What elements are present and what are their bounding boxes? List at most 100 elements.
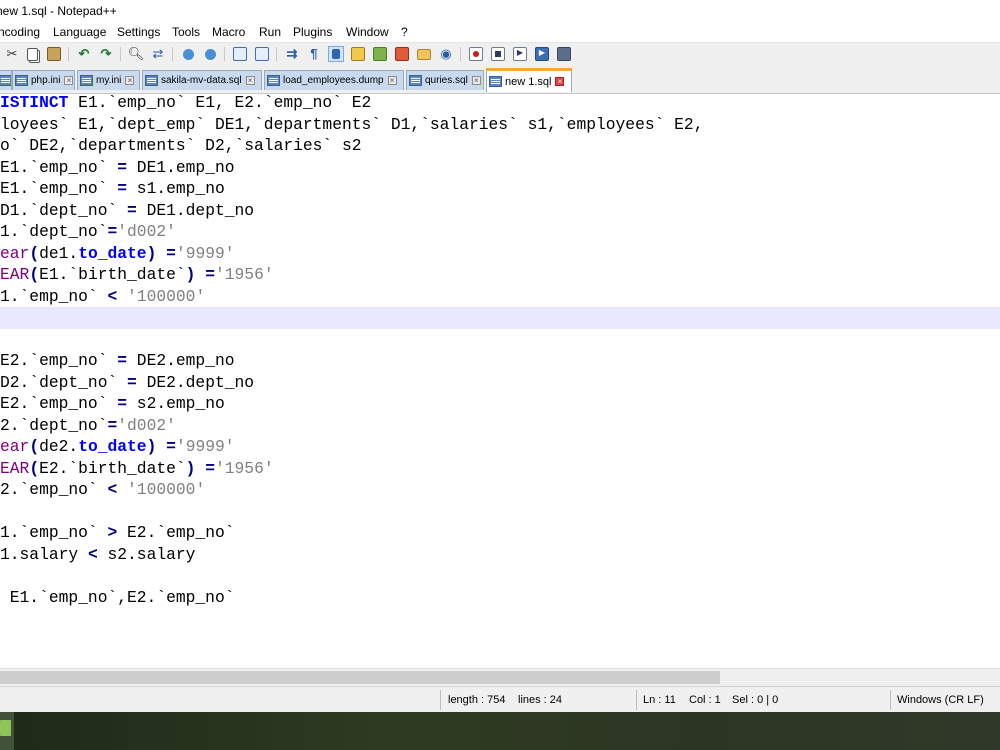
tab-label: load_employees.dump	[283, 75, 384, 86]
file-icon	[267, 75, 280, 86]
tab-partial[interactable]	[0, 70, 12, 90]
tab-php-ini[interactable]: php.ini ×	[12, 70, 75, 90]
taskbar	[0, 712, 1000, 750]
code-line[interactable]	[0, 565, 10, 587]
word-wrap-icon[interactable]: ⇉	[284, 46, 300, 62]
menu-macro[interactable]: Macro	[212, 25, 245, 39]
menu-language[interactable]: Language	[53, 25, 106, 39]
code-line[interactable]: 1.`dept_no`='d002'	[0, 221, 176, 243]
toolbar: ✂ ↶ ↷ 🔍︎ ⇄ ⇉ ¶ ◉ ▶ ▶	[0, 42, 1000, 65]
find-icon[interactable]: 🔍︎	[128, 46, 145, 62]
save-macro-icon[interactable]	[556, 46, 572, 62]
stop-macro-icon[interactable]	[490, 46, 506, 62]
close-icon[interactable]: ×	[64, 76, 74, 85]
code-line[interactable]: 1.`emp_no` > E2.`emp_no`	[0, 522, 235, 544]
code-line[interactable]: 1.`emp_no` < '100000'	[0, 286, 205, 308]
status-column: Col : 1	[689, 694, 721, 706]
undo-icon[interactable]: ↶	[76, 46, 92, 62]
code-line[interactable]: 2.`emp_no` < '100000'	[0, 479, 205, 501]
menu-encoding[interactable]: ncoding	[0, 25, 40, 39]
code-line[interactable]	[0, 307, 1000, 329]
cut-icon[interactable]: ✂	[4, 46, 20, 62]
tab-my-ini[interactable]: my.ini ×	[77, 70, 140, 90]
code-line[interactable]: E2.`emp_no` = s2.emp_no	[0, 393, 225, 415]
code-line[interactable]: E1.`emp_no` = DE1.emp_no	[0, 157, 235, 179]
toolbar-separator	[172, 47, 173, 61]
code-line[interactable]	[0, 329, 10, 351]
code-line[interactable]: E1.`emp_no` = s1.emp_no	[0, 178, 225, 200]
record-macro-icon[interactable]	[468, 46, 484, 62]
tab-label: php.ini	[31, 75, 61, 86]
file-icon	[15, 75, 28, 86]
horizontal-scrollbar[interactable]	[0, 668, 1000, 686]
run-macro-multiple-icon[interactable]: ▶	[534, 46, 550, 62]
status-divider	[890, 690, 891, 710]
code-line[interactable]: ear(de1.to_date) ='9999'	[0, 243, 235, 265]
code-line[interactable]: D1.`dept_no` = DE1.dept_no	[0, 200, 254, 222]
code-line[interactable]: EAR(E1.`birth_date`) ='1956'	[0, 264, 274, 286]
code-line[interactable]: 1.salary < s2.salary	[0, 544, 195, 566]
tab-sakila-mv-data-sql[interactable]: sakila-mv-data.sql ×	[142, 70, 262, 90]
tab-load-employees-dump[interactable]: load_employees.dump ×	[264, 70, 404, 90]
code-line[interactable]: ear(de2.to_date) ='9999'	[0, 436, 235, 458]
menu-plugins[interactable]: Plugins	[293, 25, 332, 39]
user-define-lang-icon[interactable]	[350, 46, 366, 62]
play-macro-icon[interactable]: ▶	[512, 46, 528, 62]
tab-label: new 1.sql	[505, 75, 552, 88]
toolbar-separator	[224, 47, 225, 61]
toolbar-separator	[460, 47, 461, 61]
code-line[interactable]: o` DE2,`departments` D2,`salaries` s2	[0, 135, 362, 157]
tab-quries-sql[interactable]: quries.sql ×	[406, 70, 484, 90]
menu-help[interactable]: ?	[401, 25, 408, 39]
sync-vertical-icon[interactable]	[232, 46, 248, 62]
notepad-plus-plus-taskbar-button[interactable]	[0, 712, 14, 750]
code-line[interactable]: E2.`emp_no` = DE2.emp_no	[0, 350, 235, 372]
function-list-icon[interactable]	[394, 46, 410, 62]
code-line[interactable]: D2.`dept_no` = DE2.dept_no	[0, 372, 254, 394]
tab-new-1-sql[interactable]: new 1.sql ×	[486, 68, 572, 92]
close-icon[interactable]: ×	[555, 77, 565, 86]
close-icon[interactable]: ×	[245, 76, 255, 85]
notepad-plus-plus-icon	[0, 720, 11, 736]
monitoring-icon[interactable]: ◉	[438, 46, 454, 62]
zoom-out-icon[interactable]	[202, 46, 218, 62]
menu-run[interactable]: Run	[259, 25, 281, 39]
tab-label: quries.sql	[425, 75, 468, 86]
menu-tools[interactable]: Tools	[172, 25, 200, 39]
zoom-in-icon[interactable]	[180, 46, 196, 62]
indent-guide-icon[interactable]	[328, 46, 344, 62]
code-line[interactable]: loyees` E1,`dept_emp` DE1,`departments` …	[0, 114, 703, 136]
doc-map-icon[interactable]	[372, 46, 388, 62]
code-line[interactable]: ISTINCT E1.`emp_no` E1, E2.`emp_no` E2	[0, 94, 371, 114]
code-line[interactable]: E1.`emp_no`,E2.`emp_no`	[0, 587, 235, 609]
status-divider	[636, 690, 637, 710]
code-line[interactable]: 2.`dept_no`='d002'	[0, 415, 176, 437]
toolbar-separator	[68, 47, 69, 61]
status-lines: lines : 24	[518, 694, 563, 706]
close-icon[interactable]: ×	[471, 76, 481, 85]
status-line-number: Ln : 11	[643, 694, 676, 706]
copy-icon[interactable]	[24, 46, 40, 62]
file-icon	[0, 75, 11, 86]
toolbar-separator	[276, 47, 277, 61]
menu-bar: ncoding Language Settings Tools Macro Ru…	[0, 22, 1000, 42]
code-editor[interactable]: ISTINCT E1.`emp_no` E1, E2.`emp_no` E2 lo…	[0, 94, 1000, 668]
show-all-chars-icon[interactable]: ¶	[306, 46, 322, 62]
replace-icon[interactable]: ⇄	[150, 46, 166, 62]
status-eol: Windows (CR LF)	[897, 694, 984, 706]
menu-settings[interactable]: Settings	[117, 25, 160, 39]
code-line[interactable]	[0, 501, 10, 523]
paste-icon[interactable]	[46, 46, 62, 62]
sync-horizontal-icon[interactable]	[254, 46, 270, 62]
status-selection: Sel : 0 | 0	[732, 694, 779, 706]
scrollbar-thumb[interactable]	[0, 671, 720, 684]
file-icon	[80, 75, 93, 86]
close-icon[interactable]: ×	[125, 76, 135, 85]
redo-icon[interactable]: ↷	[98, 46, 114, 62]
window-title: new 1.sql - Notepad++	[0, 4, 117, 18]
menu-window[interactable]: Window	[346, 25, 389, 39]
close-icon[interactable]: ×	[387, 76, 397, 85]
code-line[interactable]: EAR(E2.`birth_date`) ='1956'	[0, 458, 274, 480]
folder-workspace-icon[interactable]	[416, 46, 432, 62]
status-bar: length : 754 lines : 24 Ln : 11 Col : 1 …	[0, 686, 1000, 713]
